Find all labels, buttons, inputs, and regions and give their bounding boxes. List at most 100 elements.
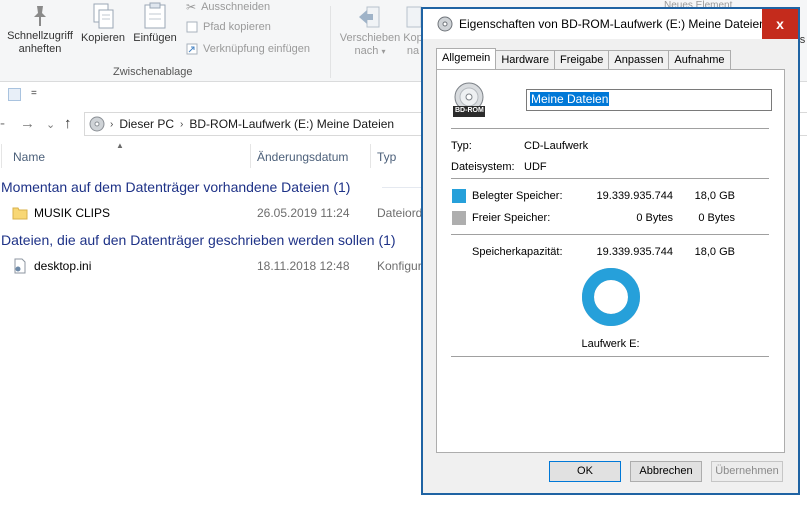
copy-label: Kopieren [80, 32, 126, 44]
clipboard-icon [144, 2, 166, 29]
breadcrumb-this-pc[interactable]: Dieser PC [119, 117, 174, 131]
cancel-button[interactable]: Abbrechen [630, 461, 702, 482]
sort-ascending-icon: ▲ [116, 141, 124, 150]
file-name: MUSIK CLIPS [34, 206, 111, 220]
paste-shortcut-label: Verknüpfung einfügen [203, 43, 311, 55]
dialog-title: Eigenschaften von BD-ROM-Laufwerk (E:) M… [459, 17, 766, 31]
folder-icon [12, 207, 28, 220]
filesystem-label: Dateisystem: [451, 161, 515, 173]
capacity-gb: 18,0 GB [694, 246, 735, 258]
file-type: Dateiord [377, 206, 423, 220]
cut-label: Ausschneiden [201, 1, 271, 13]
scissors-icon: ✂ [186, 0, 197, 14]
column-header-date[interactable]: Änderungsdatum [257, 146, 348, 168]
file-row-desktop-ini[interactable]: desktop.ini 18.11.2018 12:48 Konfigur [12, 256, 422, 276]
tab-allgemein[interactable]: Allgemein [436, 48, 497, 69]
separator-line [451, 178, 769, 179]
filesystem-value: UDF [524, 161, 547, 173]
column-header-name[interactable]: Name [13, 146, 45, 168]
move-to-label-line1: Verschieben [339, 32, 401, 44]
used-space-label: Belegter Speicher: [472, 190, 563, 202]
copy-to-label-line1: Kop [403, 32, 423, 44]
group-header-current-files[interactable]: Momentan auf dem Datenträger vorhandene … [1, 179, 350, 195]
copy-button[interactable]: Kopieren [78, 2, 128, 45]
apply-button[interactable]: Übernehmen [711, 461, 783, 482]
tab-freigabe[interactable]: Freigabe [554, 50, 610, 69]
nav-dash-icon: - [0, 115, 5, 132]
properties-dialog: Eigenschaften von BD-ROM-Laufwerk (E:) M… [422, 8, 799, 494]
capacity-bytes: 19.339.935.744 [596, 246, 673, 258]
separator-line [451, 356, 769, 357]
donut-used-segment [582, 268, 640, 326]
column-divider[interactable] [370, 144, 371, 168]
free-space-gb: 0 Bytes [698, 212, 735, 224]
used-space-bytes: 19.339.935.744 [596, 190, 673, 202]
clipboard-group-label: Zwischenablage [113, 66, 193, 78]
properties-quick-icon[interactable] [8, 88, 21, 101]
tab-anpassen[interactable]: Anpassen [608, 50, 670, 69]
separator-line [451, 234, 769, 235]
disc-drive-icon [437, 16, 453, 32]
capacity-label: Speicherkapazität: [472, 246, 563, 258]
type-value: CD-Laufwerk [524, 140, 589, 152]
column-divider[interactable] [250, 144, 251, 168]
breadcrumb-drive[interactable]: BD-ROM-Laufwerk (E:) Meine Dateien [189, 117, 394, 131]
move-to-icon [359, 6, 380, 28]
used-space-swatch [452, 189, 466, 203]
paste-button[interactable]: Einfügen [130, 2, 180, 45]
shortcut-icon [186, 43, 198, 55]
pin-quick-access-button[interactable]: Schnellzugriff anheften [4, 4, 76, 56]
drive-icon-caption: BD-ROM [455, 107, 484, 114]
pin-label-line2: anheften [18, 43, 62, 55]
free-space-label: Freier Speicher: [472, 212, 551, 224]
breadcrumb-separator: › [180, 118, 184, 130]
tab-hardware[interactable]: Hardware [495, 50, 555, 69]
copy-path-button[interactable]: Pfad kopieren [186, 21, 271, 33]
settings-file-icon [14, 258, 26, 274]
separator-line [451, 128, 769, 129]
tab-aufnahme[interactable]: Aufnahme [668, 50, 731, 69]
up-arrow-icon[interactable]: ↑ [64, 115, 72, 132]
drive-name-selected-text: Meine Dateien [530, 92, 610, 106]
copy-to-button[interactable]: Kop na [402, 4, 424, 58]
ok-button[interactable]: OK [549, 461, 621, 482]
column-header-type[interactable]: Typ [377, 146, 396, 168]
group-divider-line [382, 187, 422, 188]
forward-arrow-icon[interactable]: → [20, 115, 35, 132]
file-date: 18.11.2018 12:48 [257, 259, 350, 273]
usage-donut-chart [582, 268, 640, 326]
paste-shortcut-button[interactable]: Verknüpfung einfügen [186, 43, 310, 55]
column-divider[interactable] [1, 144, 2, 168]
cut-button[interactable]: ✂ Ausschneiden [186, 0, 270, 14]
drive-name-input[interactable]: Meine Dateien [526, 89, 772, 111]
copy-path-label: Pfad kopieren [203, 21, 271, 33]
disc-drive-icon [89, 116, 105, 132]
file-name: desktop.ini [34, 259, 92, 273]
copy-icon [93, 3, 114, 29]
pin-label-line1: Schnellzugriff [7, 30, 73, 42]
ribbon-group-divider [330, 6, 331, 78]
close-button[interactable]: x [762, 9, 798, 39]
file-date: 26.05.2019 11:24 [257, 206, 350, 220]
close-icon: x [776, 16, 784, 32]
copy-to-label-line2: na [406, 45, 420, 57]
dialog-titlebar[interactable]: Eigenschaften von BD-ROM-Laufwerk (E:) M… [423, 9, 798, 39]
move-to-label-line2: nach ▾ [354, 45, 386, 57]
type-label: Typ: [451, 140, 472, 152]
group-header-pending-files[interactable]: Dateien, die auf den Datenträger geschri… [1, 232, 396, 248]
file-type: Konfigur [377, 259, 422, 273]
path-copy-icon [186, 21, 198, 33]
dropdown-arrow-icon: ▾ [381, 47, 386, 56]
move-to-button[interactable]: Verschieben nach ▾ [334, 4, 406, 58]
free-space-swatch [452, 211, 466, 225]
copy-to-icon [406, 6, 422, 28]
paste-label: Einfügen [133, 32, 177, 44]
breadcrumb-separator: › [110, 118, 114, 130]
recent-dropdown-icon[interactable]: ⌄ [46, 118, 55, 131]
customize-toolbar-arrow[interactable]: = [31, 88, 37, 99]
general-tab-panel: BD-ROM Meine Dateien Typ: CD-Laufwerk Da… [436, 69, 785, 453]
drive-letter-label: Laufwerk E: [581, 338, 640, 350]
free-space-bytes: 0 Bytes [636, 212, 673, 224]
pin-icon [34, 6, 46, 26]
file-row-musik-clips[interactable]: MUSIK CLIPS 26.05.2019 11:24 Dateiord [12, 203, 422, 223]
